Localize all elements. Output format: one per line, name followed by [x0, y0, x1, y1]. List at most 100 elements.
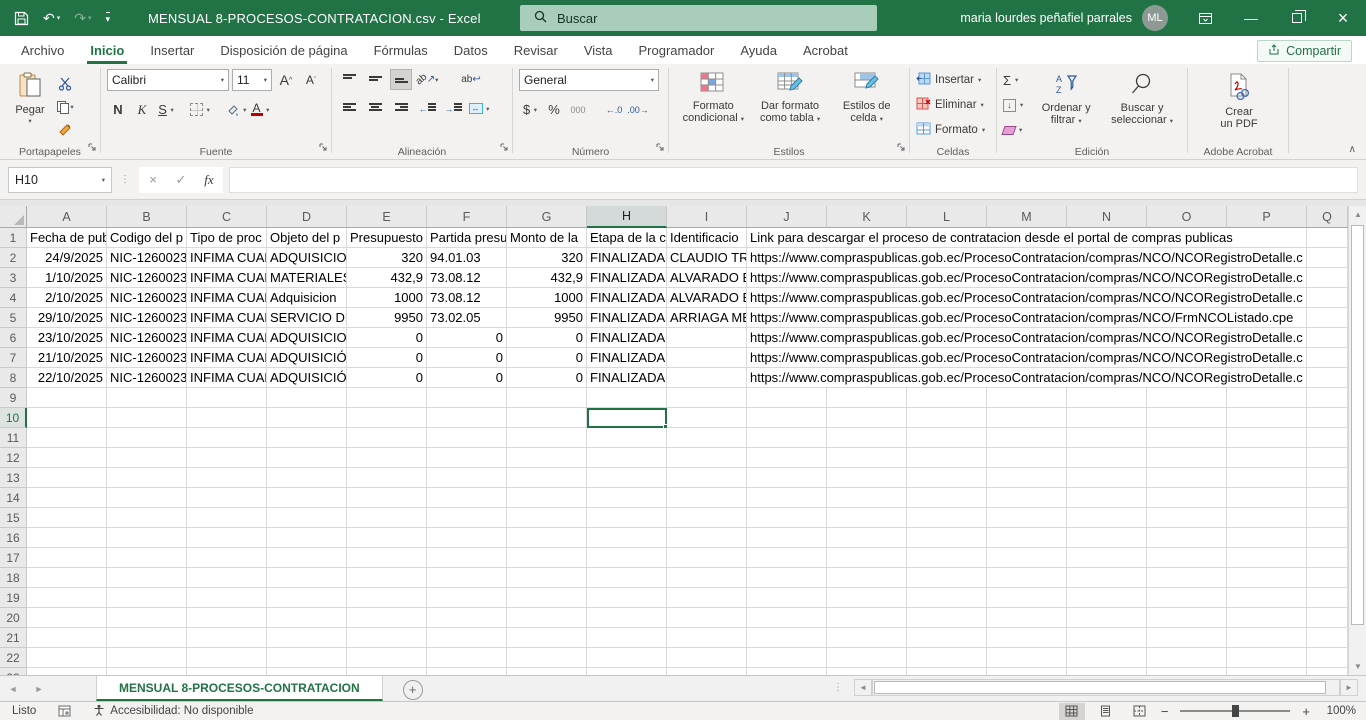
row-header-4[interactable]: 4 — [0, 288, 27, 308]
cell-I11[interactable] — [667, 428, 747, 448]
create-pdf-button[interactable]: Crearun PDF — [1207, 69, 1271, 147]
scroll-up-icon[interactable]: ▲ — [1349, 206, 1366, 223]
cell-L17[interactable] — [907, 548, 987, 568]
cell-C6[interactable]: INFIMA CUAN — [187, 328, 267, 348]
orientation-icon[interactable]: ab↗▾ — [416, 69, 438, 90]
cell-D11[interactable] — [267, 428, 347, 448]
cell-B1[interactable]: Codigo del p — [107, 228, 187, 248]
insert-cells-button[interactable]: Insertar ▾ — [916, 69, 992, 91]
cell-M21[interactable] — [987, 628, 1067, 648]
normal-view-icon[interactable] — [1059, 703, 1085, 720]
styles-dialog-launcher-icon[interactable] — [897, 139, 906, 157]
cell-J12[interactable] — [747, 448, 827, 468]
row-header-5[interactable]: 5 — [0, 308, 27, 328]
close-button[interactable]: × — [1320, 0, 1366, 36]
clear-button[interactable]: ▾ — [1003, 119, 1023, 141]
horizontal-scrollbar[interactable]: ⋮ ◄ ► — [833, 679, 1358, 696]
cell-P13[interactable] — [1227, 468, 1307, 488]
tab-datos[interactable]: Datos — [441, 36, 501, 64]
zoom-in-icon[interactable]: + — [1302, 704, 1310, 719]
cell-styles-button[interactable]: Estilos decelda ▾ — [828, 69, 905, 147]
insert-function-icon[interactable]: fx — [195, 167, 223, 193]
cell-J10[interactable] — [747, 408, 827, 428]
cell-L23[interactable] — [907, 668, 987, 675]
cell-A22[interactable] — [27, 648, 107, 668]
cell-P22[interactable] — [1227, 648, 1307, 668]
cell-E8[interactable]: 0 — [347, 368, 427, 388]
cut-icon[interactable] — [54, 73, 76, 94]
cell-D10[interactable] — [267, 408, 347, 428]
minimize-button[interactable]: — — [1228, 0, 1274, 36]
cell-M20[interactable] — [987, 608, 1067, 628]
cell-P16[interactable] — [1227, 528, 1307, 548]
tab-disposici-n-de-p-gina[interactable]: Disposición de página — [207, 36, 360, 64]
cell-Q1[interactable] — [1307, 228, 1348, 248]
cell-D16[interactable] — [267, 528, 347, 548]
wrap-text-icon[interactable]: ab↩ — [460, 69, 482, 90]
sheet-nav-right-icon[interactable]: ► — [26, 676, 52, 701]
scroll-right-icon[interactable]: ► — [1340, 679, 1358, 696]
cell-B20[interactable] — [107, 608, 187, 628]
cell-H8[interactable]: FINALIZADA — [587, 368, 667, 388]
column-header-O[interactable]: O — [1147, 206, 1227, 228]
italic-button[interactable]: K — [131, 99, 153, 120]
cell-B12[interactable] — [107, 448, 187, 468]
column-header-H[interactable]: H — [587, 206, 667, 228]
cell-C16[interactable] — [187, 528, 267, 548]
cell-F12[interactable] — [427, 448, 507, 468]
cell-K19[interactable] — [827, 588, 907, 608]
cell-O21[interactable] — [1147, 628, 1227, 648]
cell-K23[interactable] — [827, 668, 907, 675]
cell-B2[interactable]: NIC-1260023 — [107, 248, 187, 268]
cell-O22[interactable] — [1147, 648, 1227, 668]
cell-D4[interactable]: Adquisicion — [267, 288, 347, 308]
cell-H22[interactable] — [587, 648, 667, 668]
cell-H20[interactable] — [587, 608, 667, 628]
cell-J20[interactable] — [747, 608, 827, 628]
sheet-tab[interactable]: MENSUAL 8-PROCESOS-CONTRATACION — [96, 676, 383, 701]
cell-G18[interactable] — [507, 568, 587, 588]
underline-button[interactable]: S ▾ — [155, 99, 177, 120]
row-header-11[interactable]: 11 — [0, 428, 27, 448]
cell-J5[interactable]: https://www.compraspublicas.gob.ec/Proce… — [747, 308, 827, 328]
cell-Q5[interactable] — [1307, 308, 1348, 328]
cell-F20[interactable] — [427, 608, 507, 628]
accessibility-status[interactable]: Accesibilidad: No disponible — [93, 704, 253, 719]
cell-D3[interactable]: MATERIALES — [267, 268, 347, 288]
cell-N12[interactable] — [1067, 448, 1147, 468]
cell-F8[interactable]: 0 — [427, 368, 507, 388]
cell-H6[interactable]: FINALIZADA — [587, 328, 667, 348]
cell-N13[interactable] — [1067, 468, 1147, 488]
cell-I10[interactable] — [667, 408, 747, 428]
alignment-dialog-launcher-icon[interactable] — [500, 139, 509, 157]
column-header-D[interactable]: D — [267, 206, 347, 228]
cell-I23[interactable] — [667, 668, 747, 675]
font-size-combo[interactable]: 11▾ — [232, 69, 272, 91]
cell-F7[interactable]: 0 — [427, 348, 507, 368]
cell-A5[interactable]: 29/10/2025 — [27, 308, 107, 328]
cell-D22[interactable] — [267, 648, 347, 668]
cell-B23[interactable] — [107, 668, 187, 675]
cell-G2[interactable]: 320 — [507, 248, 587, 268]
cell-I3[interactable]: ALVARADO E — [667, 268, 747, 288]
align-top-icon[interactable] — [338, 69, 360, 90]
borders-icon[interactable]: ▾ — [189, 99, 211, 120]
cell-Q2[interactable] — [1307, 248, 1348, 268]
cell-N19[interactable] — [1067, 588, 1147, 608]
cell-C21[interactable] — [187, 628, 267, 648]
tab-acrobat[interactable]: Acrobat — [790, 36, 861, 64]
cell-Q16[interactable] — [1307, 528, 1348, 548]
cell-J16[interactable] — [747, 528, 827, 548]
cell-K16[interactable] — [827, 528, 907, 548]
row-header-19[interactable]: 19 — [0, 588, 27, 608]
cell-I8[interactable] — [667, 368, 747, 388]
cell-F1[interactable]: Partida presu — [427, 228, 507, 248]
cell-Q11[interactable] — [1307, 428, 1348, 448]
cell-K12[interactable] — [827, 448, 907, 468]
cell-J4[interactable]: https://www.compraspublicas.gob.ec/Proce… — [747, 288, 827, 308]
cell-N15[interactable] — [1067, 508, 1147, 528]
cell-C15[interactable] — [187, 508, 267, 528]
row-header-6[interactable]: 6 — [0, 328, 27, 348]
row-header-16[interactable]: 16 — [0, 528, 27, 548]
column-header-B[interactable]: B — [107, 206, 187, 228]
